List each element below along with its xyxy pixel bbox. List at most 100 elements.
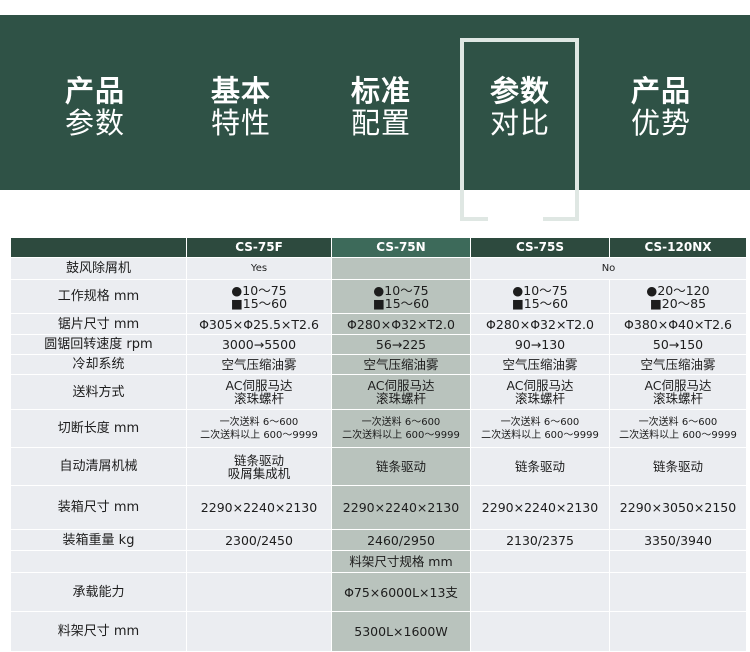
tab-line1: 参数	[489, 74, 550, 108]
table-row: 承载能力 Φ75×6000L×13支	[10, 572, 747, 612]
cell-line: ●20～120	[646, 282, 710, 298]
cell-line: ●10～75	[512, 282, 568, 298]
cell: 5300L×1600W	[331, 611, 471, 652]
cell: 2290×3050×2150	[609, 485, 747, 530]
cell: 3350/3940	[609, 529, 747, 551]
row-label: 冷却系统	[10, 354, 187, 375]
cell-line: 二次送料以上 600～9999	[619, 429, 737, 441]
tab-line2: 参数	[64, 106, 125, 140]
tab-line1: 产品	[64, 74, 125, 108]
cell: 一次送料 6～600 二次送料以上 600～9999	[470, 409, 610, 448]
cell-line: 滚珠螺杆	[514, 391, 565, 406]
row-label: 料架尺寸 mm	[10, 611, 187, 652]
tab-basic-features[interactable]: 基本 特性	[176, 75, 306, 139]
table-row: 送料方式 AC伺服马达 滚珠螺杆 AC伺服马达 滚珠螺杆 AC伺服马达 滚珠螺杆 AC…	[10, 374, 747, 410]
table-row: 鼓风除屑机 Yes No	[10, 257, 747, 280]
nav-tabs: 产品 参数 基本 特性 标准 配置 参数 对比 产品 优势	[0, 15, 750, 221]
tab-line1: 产品	[630, 74, 691, 108]
table-row: 锯片尺寸 mm Φ305×Φ25.5×T2.6 Φ280×Φ32×T2.0 Φ2…	[10, 313, 747, 335]
cell: AC伺服马达 滚珠螺杆	[609, 374, 747, 410]
cell	[186, 572, 332, 612]
row-label: 送料方式	[10, 374, 187, 410]
tab-line2: 对比	[489, 106, 550, 140]
cell-line: ●10～75	[373, 282, 429, 298]
table-row: 料架尺寸 mm 5300L×1600W	[10, 611, 747, 652]
cell: 空气压缩油雾	[331, 354, 471, 375]
tab-param-compare[interactable]: 参数 对比	[455, 75, 585, 139]
cell: AC伺服马达 滚珠螺杆	[470, 374, 610, 410]
cell: 50→150	[609, 334, 747, 355]
cell-line: ■20～85	[649, 295, 707, 311]
cell: AC伺服马达 滚珠螺杆	[186, 374, 332, 410]
cell: 空气压缩油雾	[186, 354, 332, 375]
cell: Φ380×Φ40×T2.6	[609, 313, 747, 335]
cell: 2290×2240×2130	[331, 485, 471, 530]
cell: 2290×2240×2130	[470, 485, 610, 530]
table-row: 工作规格 mm ●10～75 ■15～60 ●10～75 ■15～60 ●10～75…	[10, 279, 747, 314]
cell: 2300/2450	[186, 529, 332, 551]
cell: 2290×2240×2130	[186, 485, 332, 530]
cell-line: 一次送料 6～600	[219, 416, 299, 428]
cell-line: 一次送料 6～600	[500, 416, 580, 428]
column-header: CS-120NX	[609, 237, 747, 258]
column-header: CS-75S	[470, 237, 610, 258]
table-row: 切断长度 mm 一次送料 6～600 二次送料以上 600～9999 一次送料 6…	[10, 409, 747, 448]
cell-line: ■15～60	[372, 295, 430, 311]
table-row: 冷却系统 空气压缩油雾 空气压缩油雾 空气压缩油雾 空气压缩油雾	[10, 354, 747, 375]
tab-line1: 标准	[350, 74, 411, 108]
cell-line: ■15～60	[511, 295, 569, 311]
cell-line: 二次送料以上 600～9999	[342, 429, 460, 441]
row-label: 圆锯回转速度 rpm	[10, 334, 187, 355]
cell-line: 吸屑集成机	[227, 465, 291, 481]
table-row: 料架尺寸规格 mm	[10, 550, 747, 573]
cell	[186, 550, 332, 573]
cell	[10, 550, 187, 573]
tab-product-params[interactable]: 产品 参数	[30, 75, 160, 139]
cell: Φ305×Φ25.5×T2.6	[186, 313, 332, 335]
row-label: 鼓风除屑机	[10, 257, 187, 280]
row-label: 工作规格 mm	[10, 279, 187, 314]
cell-line: ■15～60	[230, 295, 288, 311]
cell: 一次送料 6～600 二次送料以上 600～9999	[331, 409, 471, 448]
cell	[470, 572, 610, 612]
cell: 链条驱动	[470, 447, 610, 486]
cell-line: 滚珠螺杆	[233, 391, 284, 406]
tab-line2: 配置	[350, 106, 411, 140]
cell-line: 二次送料以上 600～9999	[200, 429, 318, 441]
cell: Yes	[186, 257, 332, 280]
cell: No	[470, 257, 747, 280]
table-header-row: CS-75F CS-75N CS-75S CS-120NX	[10, 237, 747, 258]
spec-comparison-table: CS-75F CS-75N CS-75S CS-120NX 鼓风除屑机 Yes …	[10, 237, 747, 652]
header-corner	[10, 237, 187, 258]
cell: 料架尺寸规格 mm	[331, 550, 471, 573]
cell: ●10～75 ■15～60	[331, 279, 471, 314]
cell-line: ●10～75	[231, 282, 287, 298]
tab-standard-config[interactable]: 标准 配置	[316, 75, 446, 139]
cell: 2460/2950	[331, 529, 471, 551]
cell: AC伺服马达 滚珠螺杆	[331, 374, 471, 410]
table-row: 装箱尺寸 mm 2290×2240×2130 2290×2240×2130 22…	[10, 485, 747, 530]
cell: 2130/2375	[470, 529, 610, 551]
cell-line: 滚珠螺杆	[375, 391, 426, 406]
tab-line1: 基本	[210, 74, 271, 108]
row-label: 自动清屑机械	[10, 447, 187, 486]
cell: 一次送料 6～600 二次送料以上 600～9999	[186, 409, 332, 448]
cell-line: 一次送料 6～600	[638, 416, 718, 428]
tab-product-advantages[interactable]: 产品 优势	[596, 75, 726, 139]
cell: ●10～75 ■15～60	[186, 279, 332, 314]
cell: 一次送料 6～600 二次送料以上 600～9999	[609, 409, 747, 448]
row-label: 锯片尺寸 mm	[10, 313, 187, 335]
tab-line2: 优势	[630, 106, 691, 140]
row-label: 切断长度 mm	[10, 409, 187, 448]
table-row: 圆锯回转速度 rpm 3000→5500 56→225 90→130 50→15…	[10, 334, 747, 355]
column-header: CS-75N	[331, 237, 471, 258]
cell	[609, 611, 747, 652]
table-row: 装箱重量 kg 2300/2450 2460/2950 2130/2375 33…	[10, 529, 747, 551]
cell: 56→225	[331, 334, 471, 355]
cell: Φ75×6000L×13支	[331, 572, 471, 612]
cell: Φ280×Φ32×T2.0	[331, 313, 471, 335]
cell	[609, 550, 747, 573]
row-label: 装箱重量 kg	[10, 529, 187, 551]
cell: ●20～120 ■20～85	[609, 279, 747, 314]
cell-line: 滚珠螺杆	[652, 391, 703, 406]
